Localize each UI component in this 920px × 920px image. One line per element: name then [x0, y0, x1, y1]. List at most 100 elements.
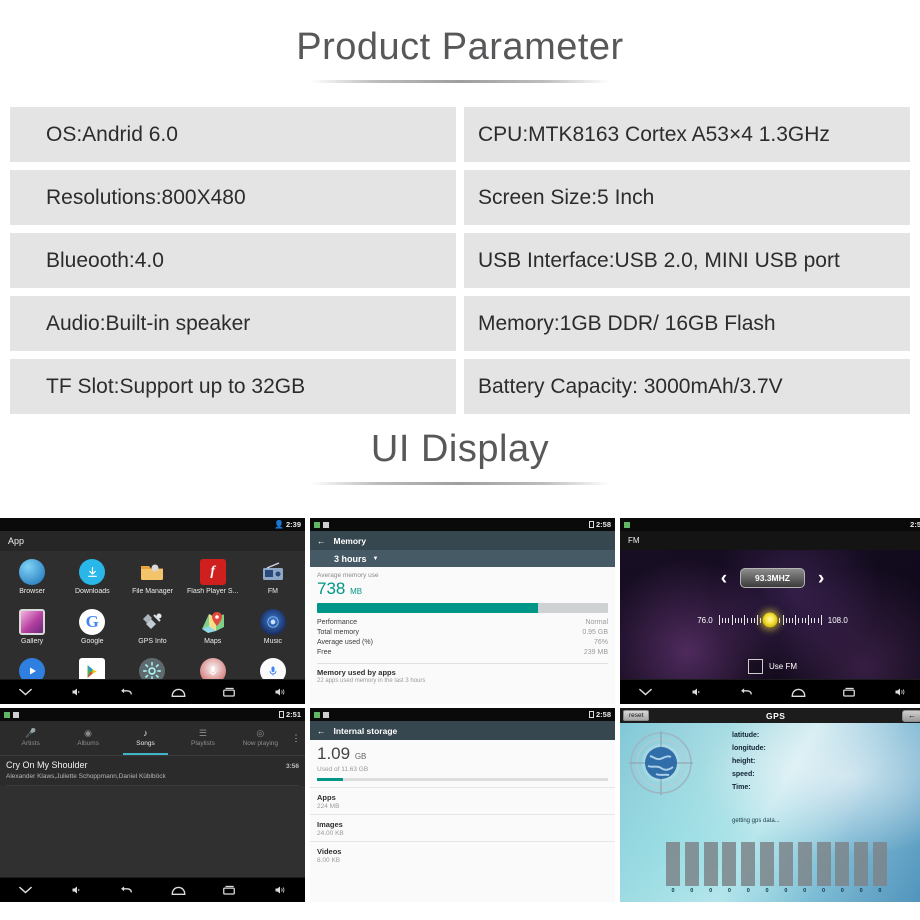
volume-up-icon[interactable] [273, 686, 287, 698]
song-row: Cry On My Shoulder 3:56 [6, 760, 299, 770]
app-label: Browser [19, 588, 45, 595]
satellite-bar-label: 0 [784, 888, 788, 894]
status-right: 👤 2:39 [274, 520, 301, 529]
frequency-tick [788, 617, 790, 623]
volume-down-icon[interactable] [690, 686, 703, 698]
frequency-tick [782, 615, 784, 625]
gps-label-height: height: [732, 758, 756, 765]
home-icon[interactable] [171, 885, 186, 896]
previous-station-button[interactable]: ‹ [721, 569, 727, 588]
collapse-icon[interactable] [638, 687, 653, 697]
tab-albums[interactable]: ◉ Albums [59, 721, 116, 755]
tab-label: Playlists [191, 740, 215, 747]
tab-label: Now playing [242, 740, 279, 747]
tab-playlists[interactable]: ☰ Playlists [174, 721, 231, 755]
spec-table: OS:Andrid 6.0 CPU:MTK8163 Cortex A53×4 1… [0, 83, 920, 414]
frequency-tick [731, 615, 733, 625]
screenshot-app-drawer: 👤 2:39 App Browser Downloads File Manage… [0, 518, 305, 704]
storage-used-caption: Used of 11.63 GB [317, 765, 369, 773]
app-item-maps[interactable]: Maps [183, 605, 243, 655]
app-label: Music [263, 637, 283, 645]
satellite-bar: 0 [722, 842, 737, 894]
app-item-gallery[interactable]: Gallery [2, 605, 62, 655]
folder-icon [139, 559, 165, 585]
storage-used-value: 1.09 GB [317, 744, 367, 763]
frequency-slider[interactable] [718, 612, 822, 628]
satellite-bar: 0 [666, 842, 680, 894]
memory-app-bar: ← Memory [310, 531, 615, 550]
app-notification-icon [4, 711, 10, 718]
back-icon[interactable] [119, 686, 134, 698]
category-name: Images [317, 819, 343, 829]
storage-categories: Apps 224 MB Images 24.00 KB Videos 8.00 … [310, 786, 615, 868]
list-item[interactable]: Images 24.00 KB [310, 813, 615, 841]
flash-icon: f [199, 559, 226, 585]
collapse-icon[interactable] [18, 885, 33, 895]
tuner-knob[interactable] [762, 612, 778, 628]
memory-usage-bar [317, 602, 608, 613]
spec-cell-os: OS:Andrid 6.0 [10, 107, 456, 162]
gps-title: GPS [766, 710, 786, 721]
satellite-bar-fill [684, 842, 699, 886]
status-right: 2:5 [910, 520, 920, 529]
recents-icon[interactable] [842, 687, 856, 698]
back-button[interactable]: ← [902, 709, 920, 722]
recents-icon[interactable] [222, 885, 236, 896]
app-item-google[interactable]: G Google [62, 605, 122, 655]
next-station-button[interactable]: › [818, 569, 824, 588]
divider [317, 662, 608, 664]
satellite-bar-label: 0 [878, 888, 882, 894]
app-item-music[interactable]: Music [243, 605, 303, 655]
satellite-bar: 0 [797, 842, 812, 894]
home-icon[interactable] [171, 687, 186, 698]
ui-display-heading: UI Display [0, 414, 920, 485]
section-title: UI Display [370, 428, 550, 470]
frequency-tick [744, 615, 746, 625]
back-icon[interactable] [119, 884, 134, 896]
back-arrow-icon[interactable]: ← [317, 536, 326, 546]
home-icon[interactable] [791, 687, 806, 698]
gallery-icon [19, 608, 46, 635]
list-item[interactable]: Apps 224 MB [310, 786, 615, 814]
list-icon: ☰ [198, 728, 207, 738]
list-item[interactable]: Videos 8.00 KB [310, 840, 615, 868]
frequency-display[interactable]: 93.3MHZ [740, 568, 805, 588]
app-item-browser[interactable]: Browser [2, 555, 62, 605]
tab-now-playing[interactable]: ◎ Now playing [232, 721, 289, 755]
microphone-icon: 🎤 [25, 728, 37, 738]
music-tabs: 🎤 Artists ◉ Albums ♪ Songs ☰ Playlists ◎ [0, 721, 305, 755]
tab-songs[interactable]: ♪ Songs [117, 721, 174, 755]
battery-icon [588, 711, 594, 718]
use-fm-row[interactable]: Use FM [620, 659, 920, 674]
app-item-file-manager[interactable]: File Manager [122, 555, 182, 605]
list-item[interactable]: Cry On My Shoulder 3:56 Alexander Klaws,… [0, 756, 305, 786]
use-fm-checkbox[interactable] [748, 659, 763, 674]
satellite-bar-fill [835, 842, 850, 886]
overflow-menu-icon[interactable]: ⋮ [289, 721, 303, 755]
volume-down-icon[interactable] [70, 686, 83, 698]
app-label: Downloads [74, 588, 110, 595]
volume-down-icon[interactable] [70, 884, 83, 896]
use-fm-label: Use FM [769, 662, 797, 671]
status-bar: 2:58 [310, 518, 615, 531]
app-item-gps-info[interactable]: GPS Info [122, 605, 182, 655]
back-arrow-icon[interactable]: ← [317, 726, 326, 736]
average-memory-value: 738 MB [317, 579, 363, 598]
volume-up-icon[interactable] [273, 884, 287, 896]
collapse-icon[interactable] [18, 687, 33, 697]
app-item-flash-player[interactable]: f Flash Player S... [183, 555, 243, 605]
frequency-tick [814, 617, 816, 623]
table-row: Free 239 MB [317, 648, 608, 658]
satellite-bar: 0 [872, 842, 887, 894]
app-item-fm[interactable]: FM [243, 555, 303, 605]
navigation-bar [0, 877, 305, 902]
memory-range-selector[interactable]: 3 hours ▼ [310, 550, 615, 567]
spec-cell-memory: Memory:1GB DDR/ 16GB Flash [464, 296, 910, 351]
recents-icon[interactable] [222, 687, 236, 698]
tab-artists[interactable]: 🎤 Artists [2, 721, 59, 755]
back-icon[interactable] [739, 686, 754, 698]
app-item-downloads[interactable]: Downloads [62, 555, 122, 605]
music-speaker-icon [259, 608, 286, 635]
volume-up-icon[interactable] [893, 686, 907, 698]
reset-button[interactable]: reset [623, 710, 650, 721]
